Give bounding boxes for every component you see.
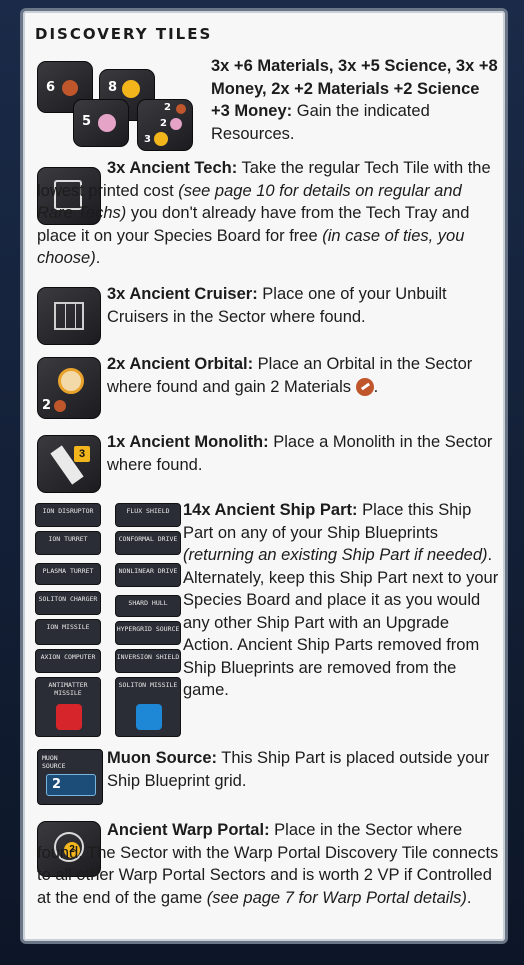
- ship-part-tile: SOLITON MISSILE: [115, 677, 181, 737]
- blue-die-icon: [136, 704, 162, 730]
- ancient-tech-text: 3x Ancient Tech: Take the regular Tech T…: [37, 159, 491, 267]
- warp-portal-text: Ancient Warp Portal: Place in the Sector…: [37, 821, 499, 907]
- coin-icon: [154, 132, 168, 146]
- ship-part-tile: PLASMA TURRET: [35, 563, 101, 585]
- ship-part-tiles: ION DISRUPTOR ION TURRET PLASMA TURRET S…: [35, 503, 187, 741]
- cruiser-grid-icon: [54, 302, 84, 330]
- ship-part-tile: ION MISSILE: [35, 619, 101, 645]
- mixed-science-value: 2: [160, 118, 167, 129]
- ship-part-tile: ION TURRET: [35, 531, 101, 555]
- science-value: 5: [82, 114, 92, 129]
- energy-value: 2: [52, 777, 62, 792]
- mixed-money-value: 3: [144, 134, 151, 145]
- muon-source-tile: MUON SOURCE 2: [37, 749, 103, 805]
- coin-icon: [122, 80, 140, 98]
- ship-part-tile: CONFORMAL DRIVE: [115, 531, 181, 555]
- rules-panel: DISCOVERY TILES 6 8 5 2 2 3 3x +6 Materi…: [20, 8, 508, 944]
- muon-source-text: Muon Source: This Ship Part is placed ou…: [107, 749, 490, 790]
- orbital-icon: [58, 368, 84, 394]
- mixed-resource-tile: 2 2 3: [137, 99, 193, 151]
- wrench-icon: [176, 104, 186, 114]
- materials-value: 6: [46, 80, 56, 95]
- flask-icon: [98, 114, 116, 132]
- mixed-materials-value: 2: [164, 102, 171, 113]
- ship-part-tile: AXION COMPUTER: [35, 649, 101, 673]
- ancient-cruiser-text: 3x Ancient Cruiser: Place one of your Un…: [107, 285, 447, 326]
- orbital-materials-value: 2: [42, 398, 52, 413]
- ship-part-tile: INVERSION SHIELD: [115, 649, 181, 673]
- ancient-ship-part-text: 14x Ancient Ship Part: Place this Ship P…: [183, 501, 499, 699]
- ancient-monolith-tile: 3: [37, 435, 101, 493]
- wrench-icon: [62, 80, 78, 96]
- resources-text: 3x +6 Materials, 3x +5 Science, 3x +8 Mo…: [211, 57, 498, 143]
- ancient-cruiser-tile: [37, 287, 101, 345]
- money-value: 8: [108, 80, 118, 95]
- muon-source-label: MUON SOURCE: [42, 754, 66, 770]
- ship-part-tile: NONLINEAR DRIVE: [115, 563, 181, 587]
- flask-icon: [170, 118, 182, 130]
- ship-part-tile: SOLITON CHARGER: [35, 591, 101, 615]
- ship-part-tile: FLUX SHIELD: [115, 503, 181, 527]
- section-heading: DISCOVERY TILES: [35, 25, 213, 43]
- red-die-icon: [56, 704, 82, 730]
- ancient-orbital-tile: 2: [37, 357, 101, 419]
- science-tile: 5: [73, 99, 129, 147]
- wrench-icon: [54, 400, 66, 412]
- ship-part-tile: HYPERGRID SOURCE: [115, 621, 181, 645]
- ship-part-tile: ION DISRUPTOR: [35, 503, 101, 527]
- materials-icon: [355, 378, 374, 397]
- resource-tiles-group: 6 8 5 2 2 3: [37, 61, 207, 151]
- ancient-orbital-text: 2x Ancient Orbital: Place an Orbital in …: [107, 355, 473, 397]
- monolith-value-badge: 3: [74, 446, 90, 462]
- ship-part-tile: SHARD HULL: [115, 595, 181, 617]
- ancient-monolith-text: 1x Ancient Monolith: Place a Monolith in…: [107, 433, 493, 474]
- ship-part-tile: ANTIMATTER MISSILE: [35, 677, 101, 737]
